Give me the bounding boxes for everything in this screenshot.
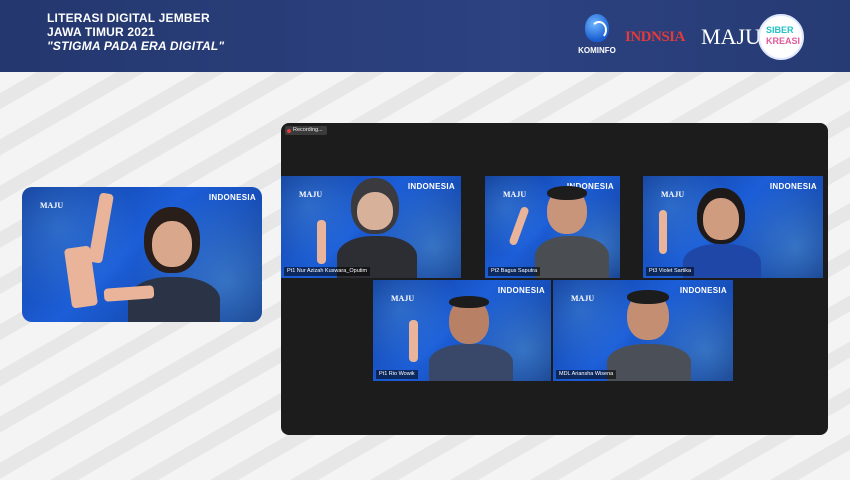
participant-person	[333, 176, 453, 278]
hand-gesture	[409, 320, 418, 362]
hand-gesture	[317, 220, 326, 264]
participant-video[interactable]: MAJU INDONESIA Pt1 Nur Azizah Kuswara_Op…	[281, 176, 461, 278]
kominfo-logo: KOMINFO	[576, 12, 618, 60]
kreasi-text: KREASI	[766, 36, 801, 46]
tile-maju-logo: MAJU	[40, 201, 64, 210]
participant-name: Pt2 Bagus Saputra	[488, 267, 541, 276]
siber-text: SIBER	[766, 25, 794, 35]
indonesia-maju-logo: INDNSIA MAJU	[625, 20, 761, 50]
event-header: LITERASI DIGITAL JEMBER JAWA TIMUR 2021 …	[0, 0, 850, 72]
hand-gesture	[659, 210, 667, 254]
participant-video[interactable]: MAJU INDONESIA Pt1 Rio Wowik	[373, 280, 551, 381]
tile-maju-logo: MAJU	[391, 294, 415, 303]
participant-video[interactable]: MAJU INDONESIA MDL Ariansha Wisena	[553, 280, 733, 381]
indonesia-logo-text: INDNSIA	[625, 29, 685, 45]
tile-brand: INDONESIA	[769, 182, 817, 191]
participant-video[interactable]: MAJU INDONESIA Pt2 Bagus Saputra	[485, 176, 620, 278]
title-line-1: LITERASI DIGITAL JEMBER	[47, 11, 210, 25]
participant-person	[535, 184, 620, 278]
participant-person	[425, 296, 535, 381]
maju-logo-text: MAJU	[701, 24, 761, 49]
participant-name: Pt1 Rio Wowik	[376, 370, 418, 379]
tile-maju-logo: MAJU	[503, 190, 527, 199]
event-title: LITERASI DIGITAL JEMBER JAWA TIMUR 2021 …	[47, 11, 224, 53]
participant-person	[671, 184, 771, 278]
participant-name: MDL Ariansha Wisena	[556, 370, 617, 379]
tile-maju-logo: MAJU	[571, 294, 595, 303]
main-speaker-video[interactable]: MAJU INDONESIA	[22, 187, 262, 322]
tile-brand: INDONESIA	[497, 286, 545, 295]
speaker-person	[122, 201, 252, 322]
siberkreasi-logo: SIBER KREASI	[758, 14, 804, 60]
kominfo-logo-text: KOMINFO	[578, 46, 616, 55]
participant-name: Pt1 Nur Azizah Kuswara_Oputim	[284, 267, 371, 276]
recording-indicator: Recording...	[285, 126, 327, 135]
participant-person	[605, 290, 705, 381]
participant-video[interactable]: MAJU INDONESIA Pt3 Violet Sartika	[643, 176, 823, 278]
participant-name: Pt3 Violet Sartika	[646, 267, 695, 276]
tile-maju-logo: MAJU	[299, 190, 323, 199]
title-line-3: "STIGMA PADA ERA DIGITAL"	[47, 39, 225, 53]
meeting-window[interactable]: Recording... MAJU INDONESIA Pt1 Nur Aziz…	[281, 123, 828, 435]
title-line-2: JAWA TIMUR 2021	[47, 25, 155, 39]
kominfo-mark-icon	[585, 14, 609, 42]
